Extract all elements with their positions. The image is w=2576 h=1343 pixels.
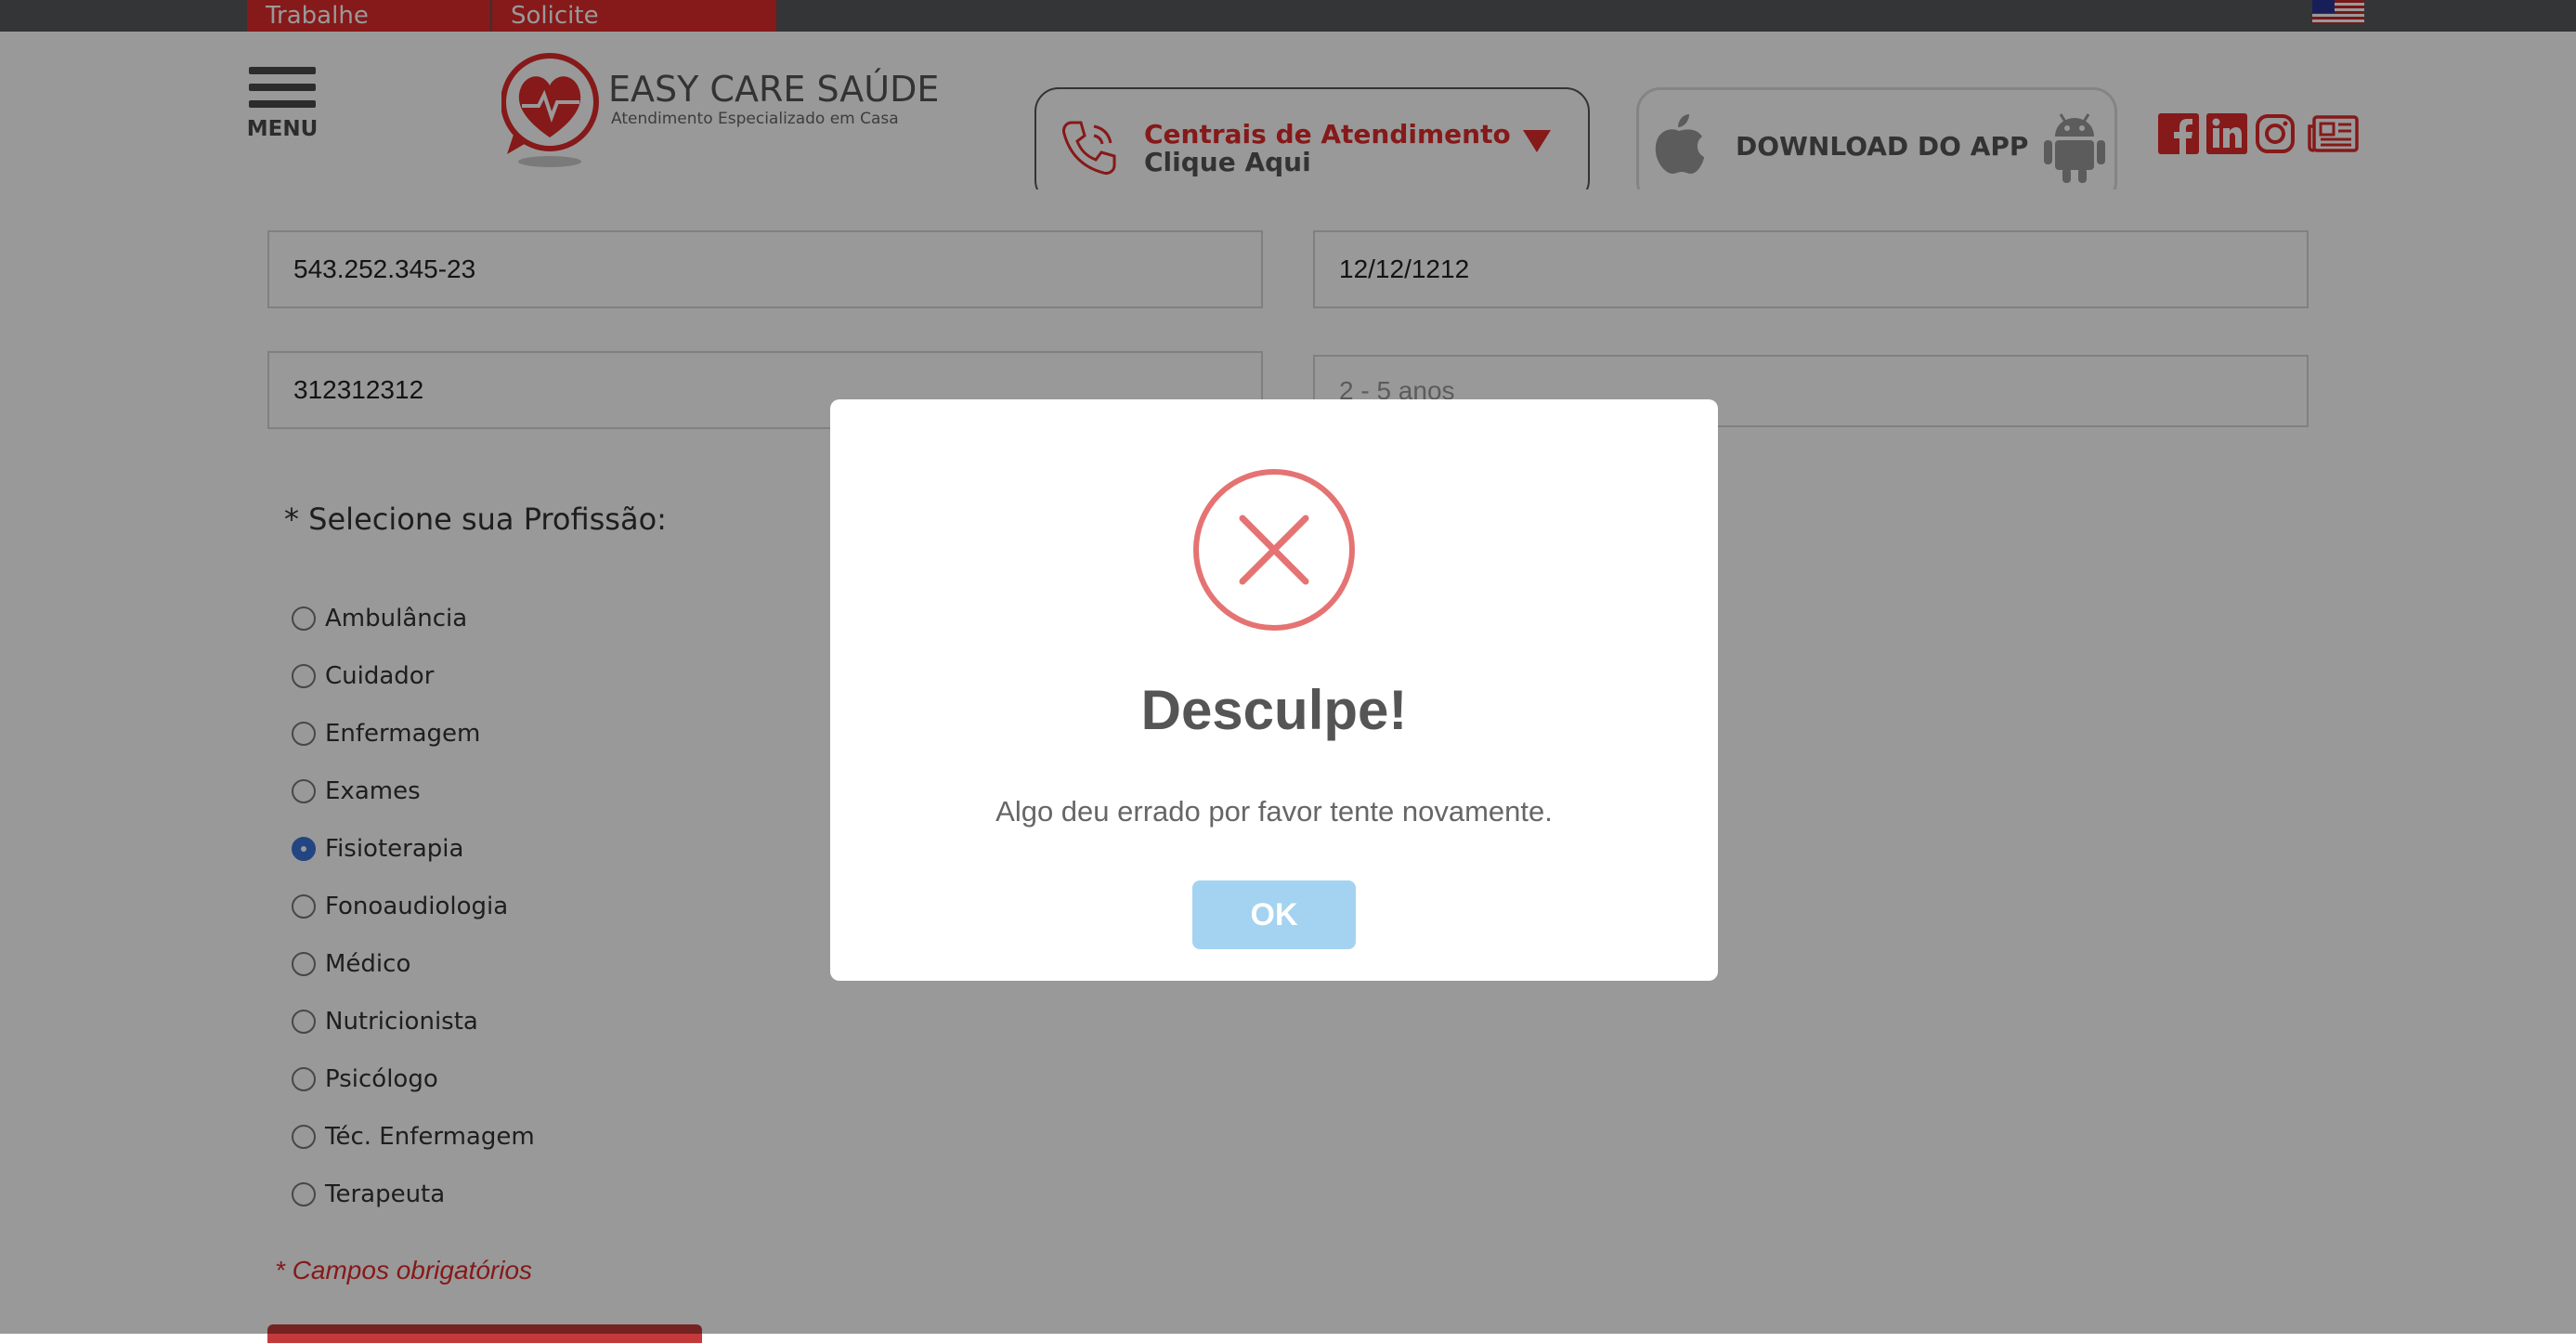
dialog-message: Algo deu errado por favor tente novament… xyxy=(995,795,1553,828)
error-dialog: Desculpe! Algo deu errado por favor tent… xyxy=(830,399,1718,981)
dialog-title: Desculpe! xyxy=(1140,679,1408,741)
ok-button[interactable]: OK xyxy=(1192,880,1356,949)
error-x-icon xyxy=(1193,469,1355,631)
